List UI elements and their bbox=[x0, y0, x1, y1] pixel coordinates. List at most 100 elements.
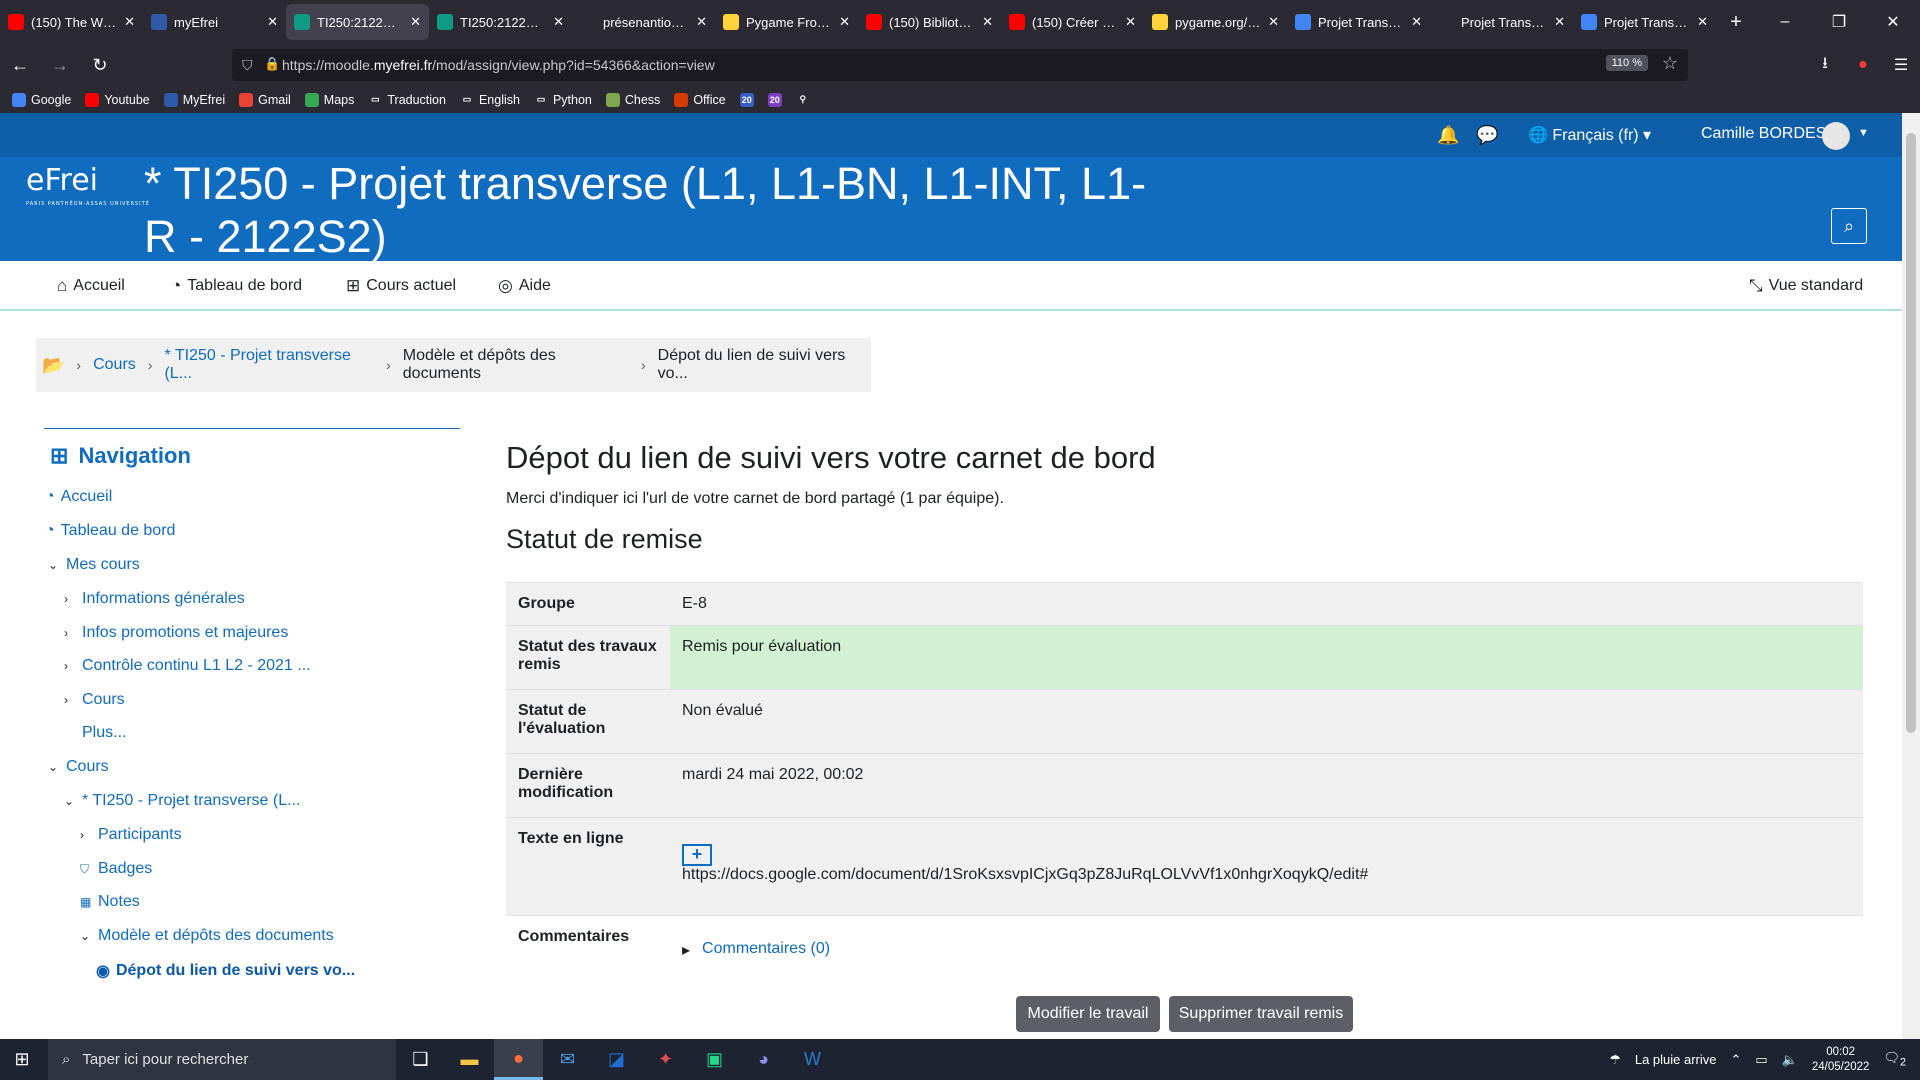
bookmark-item[interactable]: Office bbox=[674, 92, 726, 107]
tab-3[interactable]: TI250:2122S2: Dé ✕ bbox=[429, 0, 572, 44]
comments-toggle[interactable]: ▸ Commentaires (0) bbox=[682, 940, 1851, 960]
chat-icon[interactable]: 💬 bbox=[1476, 125, 1498, 146]
close-tab-icon[interactable]: ✕ bbox=[1697, 14, 1708, 30]
windows-start-icon[interactable]: ⊞ bbox=[0, 1039, 44, 1080]
close-tab-icon[interactable]: ✕ bbox=[553, 14, 564, 30]
firefox-icon[interactable]: ● bbox=[494, 1039, 543, 1080]
volume-icon[interactable]: 🔈 bbox=[1782, 1052, 1798, 1068]
bookmark-item[interactable]: ▭ Traduction bbox=[368, 93, 446, 107]
nav-item-grades[interactable]: ▦ Notes bbox=[80, 893, 140, 911]
notification-icon[interactable]: 🗨2 bbox=[1883, 1050, 1906, 1069]
download-icon[interactable]: ⭳ bbox=[1806, 52, 1844, 79]
search-icon[interactable]: ⌕ bbox=[1831, 208, 1867, 244]
tab-8[interactable]: pygame.org/new ✕ bbox=[1144, 0, 1287, 44]
zoom-level[interactable]: 110 % bbox=[1605, 55, 1648, 71]
close-tab-icon[interactable]: ✕ bbox=[410, 14, 421, 30]
close-tab-icon[interactable]: ✕ bbox=[839, 14, 850, 30]
menu-icon[interactable]: ☰ bbox=[1882, 55, 1920, 75]
nav-item-my-courses[interactable]: ⌄ Mes cours bbox=[48, 556, 140, 574]
close-tab-icon[interactable]: ✕ bbox=[1125, 14, 1136, 30]
nav-item-badges[interactable]: ⛉ Badges bbox=[80, 860, 152, 878]
pycharm-icon[interactable]: ▣ bbox=[690, 1039, 739, 1080]
tab-1[interactable]: myEfrei ✕ bbox=[143, 0, 286, 44]
chess-app-icon[interactable]: ✦ bbox=[641, 1039, 690, 1080]
scrollbar-thumb[interactable] bbox=[1906, 133, 1916, 733]
chevron-up-icon[interactable]: ⌃ bbox=[1731, 1052, 1742, 1068]
tab-4[interactable]: présenantion projet ✕ bbox=[572, 0, 715, 44]
nav-dashboard[interactable]: ◔ Tableau de bord bbox=[171, 276, 302, 296]
nav-item-participants[interactable]: › Participants bbox=[80, 826, 182, 844]
bookmark-item[interactable]: Youtube bbox=[85, 92, 150, 107]
bookmark-item[interactable]: ⚲ bbox=[796, 93, 815, 107]
bookmark-item[interactable]: MyEfrei bbox=[163, 92, 225, 107]
expand-icon[interactable]: + bbox=[682, 844, 712, 866]
taskbar-search[interactable]: ⌕ Taper ici pour rechercher bbox=[48, 1039, 396, 1080]
network-icon[interactable]: ▭ bbox=[1755, 1052, 1767, 1068]
tab-9[interactable]: Projet Transvers ✕ bbox=[1287, 0, 1430, 44]
edit-submission-button[interactable]: Modifier le travail bbox=[1016, 996, 1160, 1032]
nav-item-dashboard[interactable]: ◔ Tableau de bord bbox=[45, 522, 175, 540]
restore-icon[interactable]: ❐ bbox=[1812, 0, 1866, 44]
discord-icon[interactable]: ◕ bbox=[739, 1039, 788, 1080]
close-tab-icon[interactable]: ✕ bbox=[1411, 14, 1422, 30]
nav-item-more[interactable]: Plus... bbox=[64, 724, 126, 742]
nav-item-general-info[interactable]: › Informations générales bbox=[64, 590, 245, 608]
nav-item-promotions[interactable]: › Infos promotions et majeures bbox=[64, 624, 288, 642]
tab-6[interactable]: (150) Bibliothèq ✕ bbox=[858, 0, 1001, 44]
reload-icon[interactable]: ↻ bbox=[80, 49, 120, 81]
bookmark-item[interactable]: ▭ Python bbox=[534, 93, 592, 107]
standard-view-toggle[interactable]: ⤡ Vue standard bbox=[1749, 276, 1863, 296]
nav-item-home[interactable]: ◔ Accueil bbox=[45, 488, 112, 506]
nav-help[interactable]: ◎ Aide bbox=[498, 276, 551, 296]
task-view-icon[interactable]: ❑ bbox=[396, 1039, 445, 1080]
nav-current-course[interactable]: ⊞ Cours actuel bbox=[346, 276, 456, 296]
forward-icon[interactable]: → bbox=[40, 49, 80, 81]
word-icon[interactable]: W bbox=[788, 1039, 837, 1080]
bookmark-item[interactable]: Chess bbox=[605, 92, 660, 107]
shield-icon[interactable]: ⛉ bbox=[242, 57, 253, 74]
new-tab-icon[interactable]: + bbox=[1716, 0, 1756, 44]
nav-home[interactable]: ⌂ Accueil bbox=[57, 276, 125, 296]
language-menu[interactable]: 🌐 Français (fr) ▾ bbox=[1528, 125, 1651, 145]
nav-item-current-assignment[interactable]: ◉ Dépot du lien de suivi vers vo... bbox=[96, 961, 355, 981]
tab-11[interactable]: Projet Transvers ✕ bbox=[1573, 0, 1716, 44]
close-tab-icon[interactable]: ✕ bbox=[982, 14, 993, 30]
bookmark-item[interactable]: Google bbox=[12, 92, 71, 107]
weather-text[interactable]: La pluie arrive bbox=[1635, 1052, 1717, 1067]
avatar[interactable] bbox=[1822, 122, 1850, 150]
nav-item-ti250[interactable]: ⌄ * TI250 - Projet transverse (L... bbox=[64, 792, 300, 810]
breadcrumb-course[interactable]: * TI250 - Projet transverse (L... bbox=[164, 347, 374, 383]
mail-icon[interactable]: ✉ bbox=[543, 1039, 592, 1080]
address-bar[interactable]: ⛉ 🔒 https://moodle. myefrei.fr/mod/assign… bbox=[232, 49, 1688, 81]
user-name[interactable]: Camille BORDES bbox=[1701, 125, 1826, 143]
online-text-link[interactable]: https://docs.google.com/document/d/1SroK… bbox=[682, 866, 1851, 884]
tab-10[interactable]: Projet Transverse - P ✕ bbox=[1430, 0, 1573, 44]
close-tab-icon[interactable]: ✕ bbox=[1268, 14, 1279, 30]
chevron-down-icon[interactable]: ▼ bbox=[1858, 127, 1869, 139]
bookmark-item[interactable]: Gmail bbox=[239, 92, 291, 107]
nav-item-continuous-assessment[interactable]: › Contrôle continu L1 L2 - 2021 ... bbox=[64, 657, 311, 675]
efrei-logo[interactable]: eFrei PARIS PANTHÉON-ASSAS UNIVERSITÉ bbox=[26, 163, 149, 207]
folder-icon[interactable]: 📂 bbox=[42, 355, 64, 376]
clock[interactable]: 00:02 24/05/2022 bbox=[1812, 1045, 1870, 1075]
close-tab-icon[interactable]: ✕ bbox=[267, 14, 278, 30]
bookmark-item[interactable]: ▭ English bbox=[460, 93, 520, 107]
scrollbar[interactable] bbox=[1902, 113, 1920, 1039]
file-explorer-icon[interactable]: ▬ bbox=[445, 1039, 494, 1080]
bookmark-item[interactable]: 20 bbox=[767, 92, 782, 107]
tab-7[interactable]: (150) Créer un je ✕ bbox=[1001, 0, 1144, 44]
minimize-icon[interactable]: – bbox=[1758, 0, 1812, 44]
close-tab-icon[interactable]: ✕ bbox=[1554, 14, 1565, 30]
lock-icon[interactable]: 🔒 bbox=[264, 56, 280, 72]
bookmark-star-icon[interactable]: ☆ bbox=[1662, 53, 1678, 74]
tab-5[interactable]: Pygame Front P ✕ bbox=[715, 0, 858, 44]
weather-icon[interactable]: ☂ bbox=[1609, 1052, 1621, 1068]
bookmark-item[interactable]: Maps bbox=[304, 92, 354, 107]
bookmark-item[interactable]: 20 bbox=[739, 92, 754, 107]
nav-item-courses[interactable]: ⌄ Cours bbox=[48, 758, 109, 776]
nav-item-courses-sub[interactable]: › Cours bbox=[64, 691, 125, 709]
close-window-icon[interactable]: ✕ bbox=[1866, 0, 1920, 44]
back-icon[interactable]: ← bbox=[0, 49, 40, 81]
close-tab-icon[interactable]: ✕ bbox=[124, 14, 135, 30]
breadcrumb-courses[interactable]: Cours bbox=[93, 356, 136, 374]
